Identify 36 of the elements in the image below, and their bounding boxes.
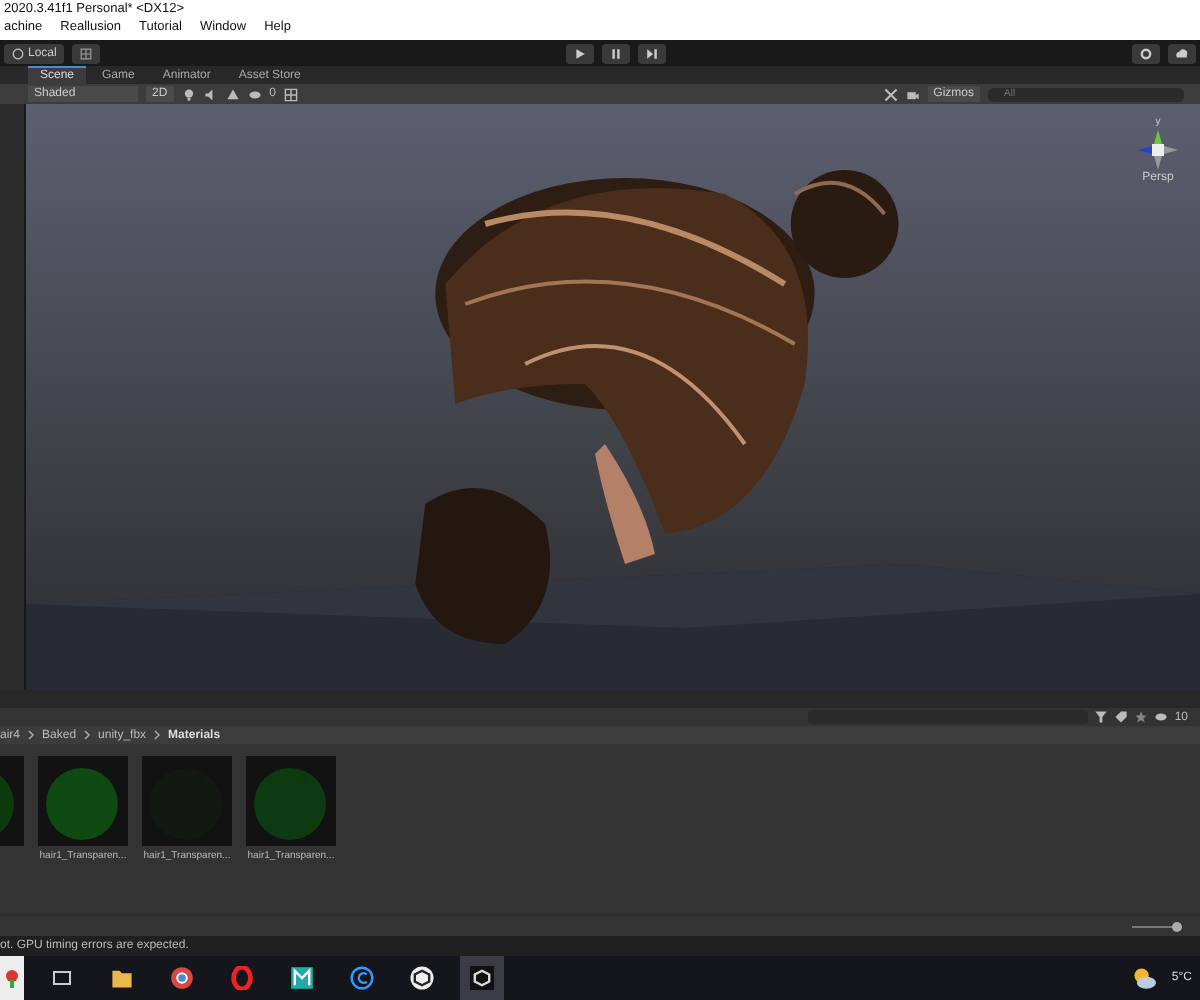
start-button[interactable] — [0, 956, 24, 1000]
tools-icon[interactable] — [883, 87, 898, 101]
grid-button[interactable] — [72, 43, 101, 63]
weather-icon[interactable] — [1131, 966, 1156, 990]
eye-icon[interactable] — [247, 87, 262, 101]
step-button[interactable] — [638, 43, 667, 63]
taskbar-app[interactable] — [460, 956, 504, 1000]
flower-icon — [2, 968, 22, 988]
folder-icon — [110, 966, 134, 990]
browser-icon — [170, 966, 194, 990]
play-button[interactable] — [566, 43, 595, 63]
lightbulb-icon[interactable] — [181, 87, 196, 101]
task-view-icon — [52, 968, 72, 988]
cube-icon — [470, 966, 494, 990]
star-icon[interactable] — [1134, 710, 1149, 724]
cloud-button[interactable] — [1168, 43, 1196, 63]
zoom-slider-thumb[interactable] — [1172, 921, 1183, 931]
settings-button[interactable] — [1132, 43, 1160, 63]
circle-c-icon — [350, 966, 374, 990]
orientation-gizmo-icon[interactable] — [1136, 128, 1180, 172]
cloud-icon — [1176, 47, 1188, 59]
grid-icon — [80, 47, 93, 59]
camera-icon[interactable] — [905, 87, 920, 101]
app-tile-icon — [290, 966, 314, 990]
pause-icon — [610, 47, 623, 59]
ring-icon — [230, 966, 254, 990]
grid-icon[interactable] — [284, 87, 299, 101]
eye-icon[interactable] — [1154, 710, 1169, 724]
step-icon — [646, 47, 659, 59]
cube-icon — [410, 966, 434, 990]
play-icon — [574, 47, 587, 59]
chevron-icon — [26, 730, 37, 740]
settings-icon — [1140, 47, 1152, 59]
chevron-icon — [82, 730, 93, 740]
chevron-icon — [152, 730, 163, 740]
pause-button[interactable] — [602, 43, 631, 63]
